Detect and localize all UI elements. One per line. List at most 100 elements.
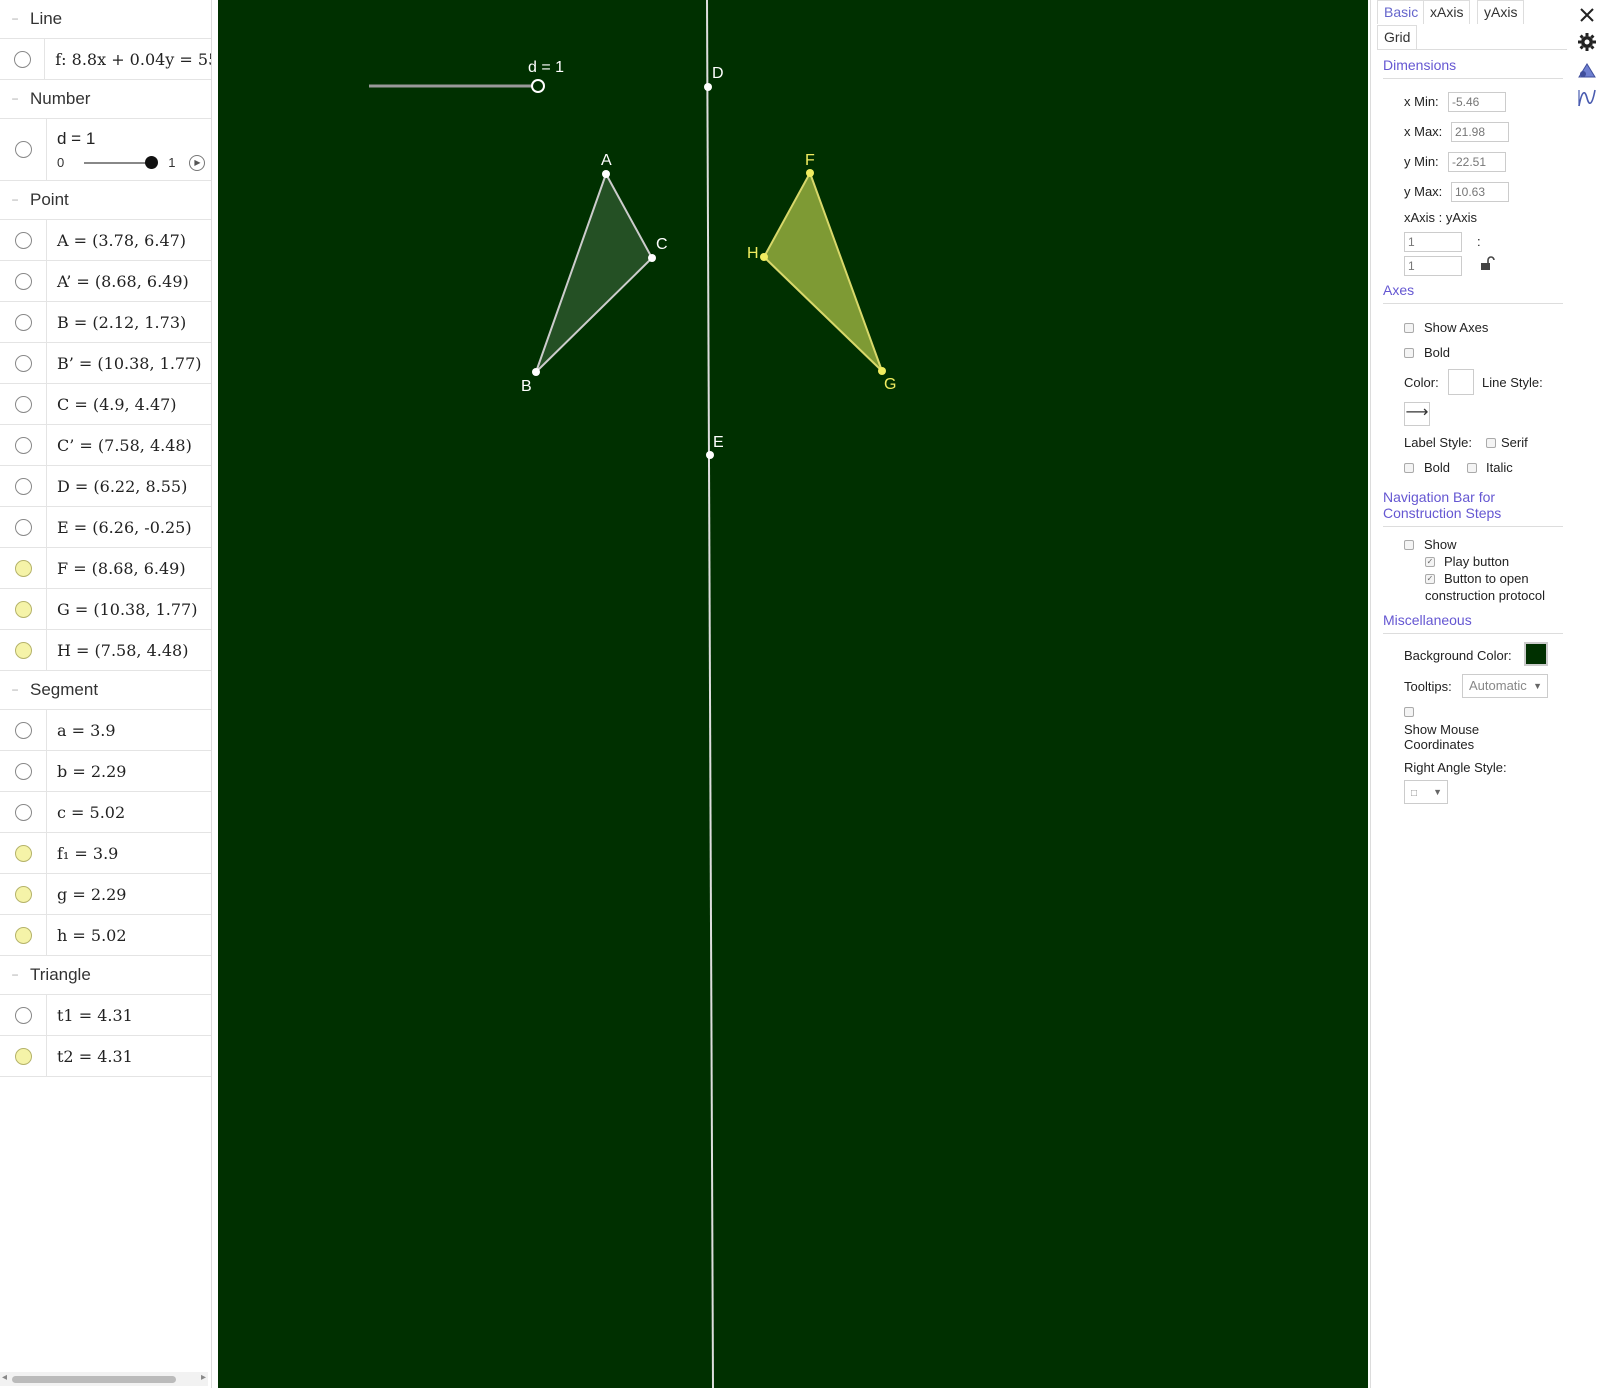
marble-cell[interactable] (0, 630, 47, 670)
close-icon[interactable] (1576, 4, 1598, 26)
tab-basic[interactable]: Basic (1377, 0, 1426, 24)
visibility-marble[interactable] (14, 844, 32, 862)
visibility-marble[interactable] (14, 231, 32, 249)
slider-d-knob[interactable] (531, 79, 545, 93)
protocol-button-checkbox[interactable]: ✓ (1425, 574, 1435, 584)
algebra-row[interactable]: B = (2.12, 1.73) (0, 302, 211, 343)
xmax-input[interactable]: 21.98 (1451, 122, 1509, 142)
visibility-marble[interactable] (14, 559, 32, 577)
mouse-coords-checkbox[interactable] (1404, 707, 1414, 717)
algebra-expression[interactable]: f: 8.8x + 0.04y = 55 (45, 50, 211, 69)
group-header-triangle[interactable]: − Triangle (0, 956, 211, 995)
marble-cell[interactable] (0, 466, 47, 506)
visibility-marble[interactable] (14, 885, 32, 903)
group-header-number[interactable]: − Number (0, 80, 211, 119)
scroll-right-arrow-icon[interactable]: ▸ (201, 1372, 206, 1383)
algebra-expression[interactable]: G = (10.38, 1.77) (47, 600, 197, 619)
marble-cell[interactable] (0, 302, 47, 342)
collapse-icon[interactable]: − (0, 683, 30, 697)
tooltips-dropdown[interactable]: Automatic ▼ (1462, 674, 1548, 698)
point-d[interactable] (704, 83, 712, 91)
triangle-t2[interactable] (762, 170, 883, 372)
visibility-marble[interactable] (14, 1047, 32, 1065)
algebra-expression[interactable]: t1 = 4.31 (47, 1006, 133, 1025)
algebra-expression[interactable]: h = 5.02 (47, 926, 127, 945)
algebra-expression[interactable]: F = (8.68, 6.49) (47, 559, 186, 578)
tab-grid[interactable]: Grid (1377, 25, 1418, 49)
background-color-swatch[interactable] (1524, 642, 1548, 666)
slider-track[interactable] (84, 155, 159, 169)
algebra-row[interactable]: g = 2.29 (0, 874, 211, 915)
algebra-row[interactable]: B’ = (10.38, 1.77) (0, 343, 211, 384)
algebra-expression[interactable]: c = 5.02 (47, 803, 125, 822)
marble-cell[interactable] (0, 119, 47, 180)
algebra-row[interactable]: H = (7.58, 4.48) (0, 630, 211, 671)
right-angle-dropdown[interactable]: □ ▼ (1404, 780, 1448, 804)
algebra-row[interactable]: a = 3.9 (0, 710, 211, 751)
graphics-view[interactable]: d = 1 A B C D E F G H (218, 0, 1368, 1388)
mirror-line-f[interactable] (706, 0, 714, 1388)
point-e[interactable] (706, 451, 714, 459)
algebra-row[interactable]: t1 = 4.31 (0, 995, 211, 1036)
algebra-row[interactable]: A’ = (8.68, 6.49) (0, 261, 211, 302)
algebra-row[interactable]: D = (6.22, 8.55) (0, 466, 211, 507)
visibility-marble[interactable] (14, 518, 32, 536)
play-icon[interactable]: ▶ (189, 154, 206, 171)
algebra-row[interactable]: t2 = 4.31 (0, 1036, 211, 1077)
visibility-marble[interactable] (14, 477, 32, 495)
collapse-icon[interactable]: − (0, 92, 30, 106)
marble-cell[interactable] (0, 261, 47, 301)
ymin-input[interactable]: -22.51 (1448, 152, 1506, 172)
visibility-marble[interactable] (14, 926, 32, 944)
marble-cell[interactable] (0, 751, 47, 791)
algebra-row[interactable]: h = 5.02 (0, 915, 211, 956)
serif-checkbox[interactable] (1486, 438, 1496, 448)
point-g[interactable] (878, 367, 886, 375)
line-style-button[interactable]: ⟶ (1404, 402, 1430, 426)
visibility-marble[interactable] (14, 600, 32, 618)
scrollbar-thumb[interactable] (12, 1376, 176, 1383)
visibility-marble[interactable] (14, 141, 32, 158)
point-h[interactable] (760, 253, 768, 261)
point-b[interactable] (532, 368, 540, 376)
marble-cell[interactable] (0, 1036, 47, 1076)
algebra-expression[interactable]: B = (2.12, 1.73) (47, 313, 186, 332)
visibility-marble[interactable] (14, 721, 32, 739)
algebra-expression[interactable]: H = (7.58, 4.48) (47, 641, 188, 660)
marble-cell[interactable] (0, 220, 47, 260)
triangle-t1[interactable] (535, 171, 654, 373)
algebra-expression[interactable]: E = (6.26, -0.25) (47, 518, 192, 537)
marble-cell[interactable] (0, 425, 47, 465)
algebra-expression[interactable]: A = (3.78, 6.47) (47, 231, 186, 250)
collapse-icon[interactable]: − (0, 12, 30, 26)
algebra-expression[interactable]: t2 = 4.31 (47, 1047, 133, 1066)
slider-control[interactable]: 0 1 ▶ (57, 154, 211, 171)
algebra-expression[interactable]: a = 3.9 (47, 721, 116, 740)
visibility-marble[interactable] (14, 641, 32, 659)
tab-yaxis[interactable]: yAxis (1477, 0, 1525, 24)
algebra-expression[interactable]: A’ = (8.68, 6.49) (47, 272, 189, 291)
slider-d[interactable]: d = 1 (369, 59, 564, 93)
navbar-show-checkbox[interactable] (1404, 540, 1414, 550)
algebra-expression[interactable]: B’ = (10.38, 1.77) (47, 354, 202, 373)
visibility-marble[interactable] (14, 803, 32, 821)
marble-cell[interactable] (0, 39, 46, 79)
visibility-marble[interactable] (13, 50, 31, 68)
axes-color-swatch[interactable] (1448, 369, 1474, 395)
italic-checkbox[interactable] (1467, 463, 1477, 473)
marble-cell[interactable] (0, 384, 47, 424)
group-header-point[interactable]: − Point (0, 181, 211, 220)
scroll-left-arrow-icon[interactable]: ◂ (2, 1372, 7, 1383)
ratio-y-input[interactable]: 1 (1404, 256, 1462, 276)
algebra-expression[interactable]: b = 2.29 (47, 762, 126, 781)
slider-knob[interactable] (145, 155, 159, 169)
algebra-row[interactable]: G = (10.38, 1.77) (0, 589, 211, 630)
algebra-expression[interactable]: C = (4.9, 4.47) (47, 395, 177, 414)
marble-cell[interactable] (0, 589, 47, 629)
marble-cell[interactable] (0, 833, 47, 873)
visibility-marble[interactable] (14, 313, 32, 331)
marble-cell[interactable] (0, 915, 47, 955)
function-icon[interactable] (1576, 87, 1598, 109)
label-bold-checkbox[interactable] (1404, 463, 1414, 473)
axes-bold-checkbox[interactable] (1404, 348, 1414, 358)
